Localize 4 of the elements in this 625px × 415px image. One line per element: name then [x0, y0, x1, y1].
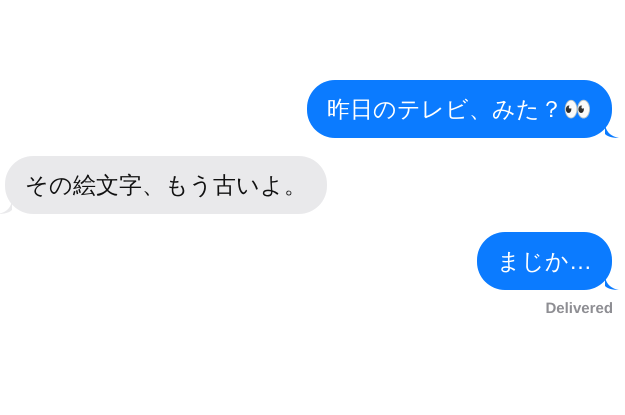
message-text: 昨日のテレビ、みた？👀	[327, 98, 592, 120]
message-text: まじか…	[497, 250, 592, 272]
delivery-status: Delivered	[545, 299, 613, 319]
message-text: その絵文字、もう古いよ。	[25, 174, 307, 196]
